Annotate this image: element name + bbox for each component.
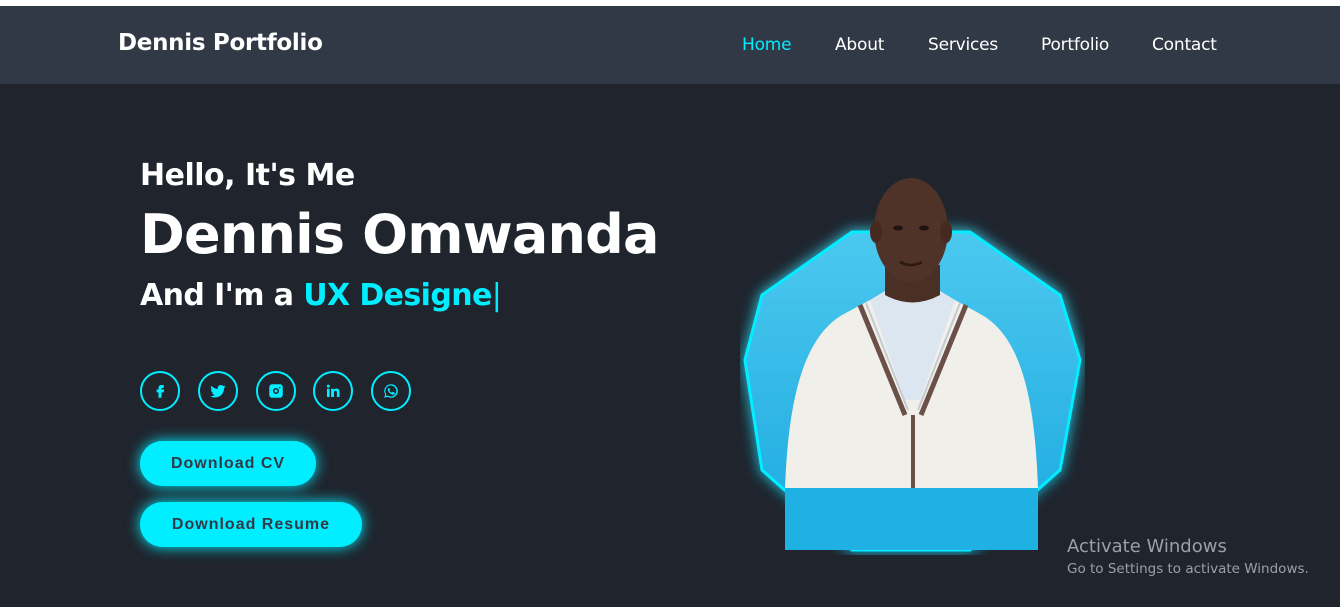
nav-portfolio[interactable]: Portfolio xyxy=(1041,35,1109,55)
instagram-icon[interactable] xyxy=(256,371,296,411)
windows-activation-watermark: Activate Windows Go to Settings to activ… xyxy=(1067,536,1309,577)
nav-contact[interactable]: Contact xyxy=(1152,35,1217,55)
hero-name: Dennis Omwanda xyxy=(140,203,659,266)
download-resume-button[interactable]: Download Resume xyxy=(140,502,362,547)
facebook-icon[interactable] xyxy=(140,371,180,411)
main-nav: Home About Services Portfolio Contact xyxy=(0,35,1340,59)
hero-role: And I'm a UX Designe| xyxy=(140,278,502,313)
nav-home[interactable]: Home xyxy=(742,35,792,55)
watermark-title: Activate Windows xyxy=(1067,536,1227,557)
nav-about[interactable]: About xyxy=(835,35,884,55)
hero-greeting: Hello, It's Me xyxy=(140,158,355,193)
download-cv-button[interactable]: Download CV xyxy=(140,441,316,486)
linkedin-icon[interactable] xyxy=(313,371,353,411)
role-typed-text: UX Designe xyxy=(303,278,492,313)
typing-cursor: | xyxy=(491,278,502,313)
role-prefix: And I'm a xyxy=(140,278,304,313)
site-header: Dennis Portfolio Home About Services Por… xyxy=(0,6,1340,84)
twitter-icon[interactable] xyxy=(198,371,238,411)
watermark-subtitle: Go to Settings to activate Windows. xyxy=(1067,561,1309,577)
nav-services[interactable]: Services xyxy=(928,35,998,55)
profile-portrait xyxy=(743,178,1082,552)
whatsapp-icon[interactable] xyxy=(371,371,411,411)
